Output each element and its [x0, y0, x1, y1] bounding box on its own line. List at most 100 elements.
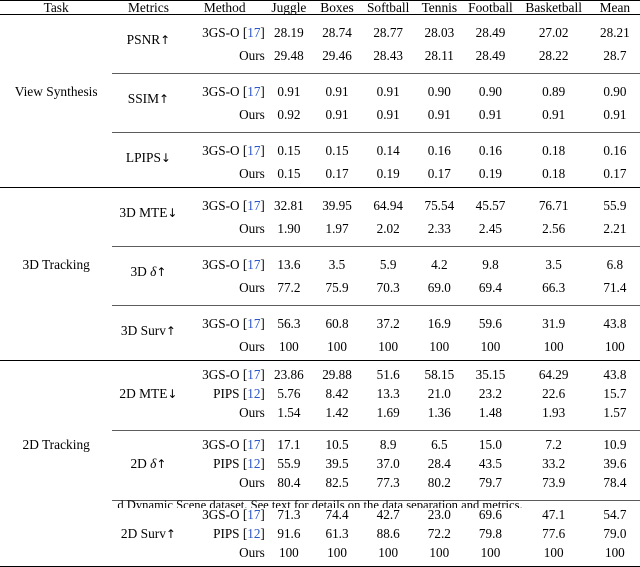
value-cell: 1.42	[313, 403, 361, 422]
method-label: 3GS-O [17]	[185, 137, 265, 164]
value-cell: 10.5	[313, 435, 361, 454]
value-cell: 35.15	[463, 365, 517, 384]
method-label: Ours	[185, 278, 265, 297]
value-cell: 82.5	[313, 473, 361, 492]
value-cell: 77.6	[518, 524, 590, 543]
value-cell: 23.2	[463, 384, 517, 403]
citation-link[interactable]: 17	[247, 198, 260, 213]
citation-link[interactable]: 17	[247, 507, 260, 522]
task-spacer-cell	[0, 164, 112, 183]
value-cell: 1.36	[415, 403, 463, 422]
value-cell: 0.91	[415, 105, 463, 124]
metric-spacer-cell	[112, 505, 184, 524]
value-cell: 0.90	[415, 78, 463, 105]
citation-link[interactable]: 17	[247, 84, 260, 99]
value-cell: 28.7	[590, 46, 640, 65]
value-cell: 1.90	[265, 219, 313, 238]
method-label: Ours	[185, 543, 265, 562]
value-cell: 0.91	[313, 105, 361, 124]
value-cell: 71.4	[590, 278, 640, 297]
citation-link[interactable]: 17	[247, 367, 260, 382]
value-cell: 0.91	[518, 105, 590, 124]
task-spacer-cell	[0, 278, 112, 297]
metric-spacer-cell	[112, 473, 184, 492]
value-cell: 29.48	[265, 46, 313, 65]
value-cell: 0.19	[463, 164, 517, 183]
citation-link[interactable]: 17	[247, 316, 260, 331]
value-cell: 55.9	[590, 192, 640, 219]
value-cell: 3.5	[518, 251, 590, 278]
metric-spacer-cell	[112, 435, 184, 454]
task-spacer-cell	[0, 137, 112, 164]
value-cell: 23.0	[415, 505, 463, 524]
value-cell: 0.92	[265, 105, 313, 124]
value-cell: 43.8	[590, 310, 640, 337]
header-softball: Softball	[361, 1, 415, 15]
task-spacer-cell	[0, 219, 112, 238]
method-label: Ours	[185, 219, 265, 238]
value-cell: 100	[590, 543, 640, 562]
value-cell: 100	[361, 543, 415, 562]
method-label: 3GS-O [17]	[185, 78, 265, 105]
task-spacer-cell	[0, 403, 112, 422]
citation-link[interactable]: 12	[247, 386, 260, 401]
value-cell: 2.33	[415, 219, 463, 238]
value-cell: 100	[463, 543, 517, 562]
value-cell: 6.5	[415, 435, 463, 454]
value-cell: 0.91	[265, 78, 313, 105]
value-cell: 28.43	[361, 46, 415, 65]
value-cell: 1.54	[265, 403, 313, 422]
citation-link[interactable]: 12	[247, 456, 260, 471]
value-cell: 91.6	[265, 524, 313, 543]
value-cell: 28.22	[518, 46, 590, 65]
value-cell: 0.89	[518, 78, 590, 105]
table-row: Ours29.4829.4628.4328.1128.4928.2228.7	[0, 46, 640, 65]
task-spacer-cell	[0, 192, 112, 219]
value-cell: 5.9	[361, 251, 415, 278]
value-cell: 28.4	[415, 454, 463, 473]
table-row: Ours100100100100100100100	[0, 543, 640, 562]
metric-direction-arrow: ↓	[167, 387, 177, 401]
value-cell: 28.11	[415, 46, 463, 65]
task-spacer-cell	[0, 105, 112, 124]
task-spacer-cell	[0, 337, 112, 356]
value-cell: 79.7	[463, 473, 517, 492]
method-label: 3GS-O [17]	[185, 192, 265, 219]
value-cell: 75.9	[313, 278, 361, 297]
metric-spacer-cell	[112, 46, 184, 65]
value-cell: 74.4	[313, 505, 361, 524]
value-cell: 0.14	[361, 137, 415, 164]
citation-link[interactable]: 17	[247, 25, 260, 40]
value-cell: 37.2	[361, 310, 415, 337]
citation-link[interactable]: 17	[247, 143, 260, 158]
table-row: Ours100100100100100100100	[0, 337, 640, 356]
caption-text: d Dynamic Scene dataset. See text for de…	[0, 499, 640, 508]
method-label: 3GS-O [17]	[185, 310, 265, 337]
value-cell: 60.8	[313, 310, 361, 337]
header-juggle: Juggle	[265, 1, 313, 15]
value-cell: 7.2	[518, 435, 590, 454]
header-task: Task	[0, 1, 112, 15]
citation-link[interactable]: 12	[247, 526, 260, 541]
value-cell: 100	[590, 337, 640, 356]
value-cell: 0.17	[590, 164, 640, 183]
value-cell: 0.17	[415, 164, 463, 183]
value-cell: 28.21	[590, 19, 640, 46]
value-cell: 0.16	[463, 137, 517, 164]
value-cell: 29.88	[313, 365, 361, 384]
value-cell: 80.2	[415, 473, 463, 492]
citation-link[interactable]: 17	[247, 257, 260, 272]
citation-link[interactable]: 17	[247, 437, 260, 452]
table-row: 2D MTE↓PIPS [12]5.768.4213.321.023.222.6…	[0, 384, 640, 403]
value-cell: 28.49	[463, 19, 517, 46]
value-cell: 1.69	[361, 403, 415, 422]
metric-spacer-cell	[112, 543, 184, 562]
table-row: 2D δ↑PIPS [12]55.939.537.028.443.533.239…	[0, 454, 640, 473]
value-cell: 0.17	[313, 164, 361, 183]
value-cell: 28.77	[361, 19, 415, 46]
value-cell: 39.5	[313, 454, 361, 473]
header-method: Method	[185, 1, 265, 15]
metric-spacer-cell	[112, 278, 184, 297]
value-cell: 100	[518, 543, 590, 562]
value-cell: 77.3	[361, 473, 415, 492]
